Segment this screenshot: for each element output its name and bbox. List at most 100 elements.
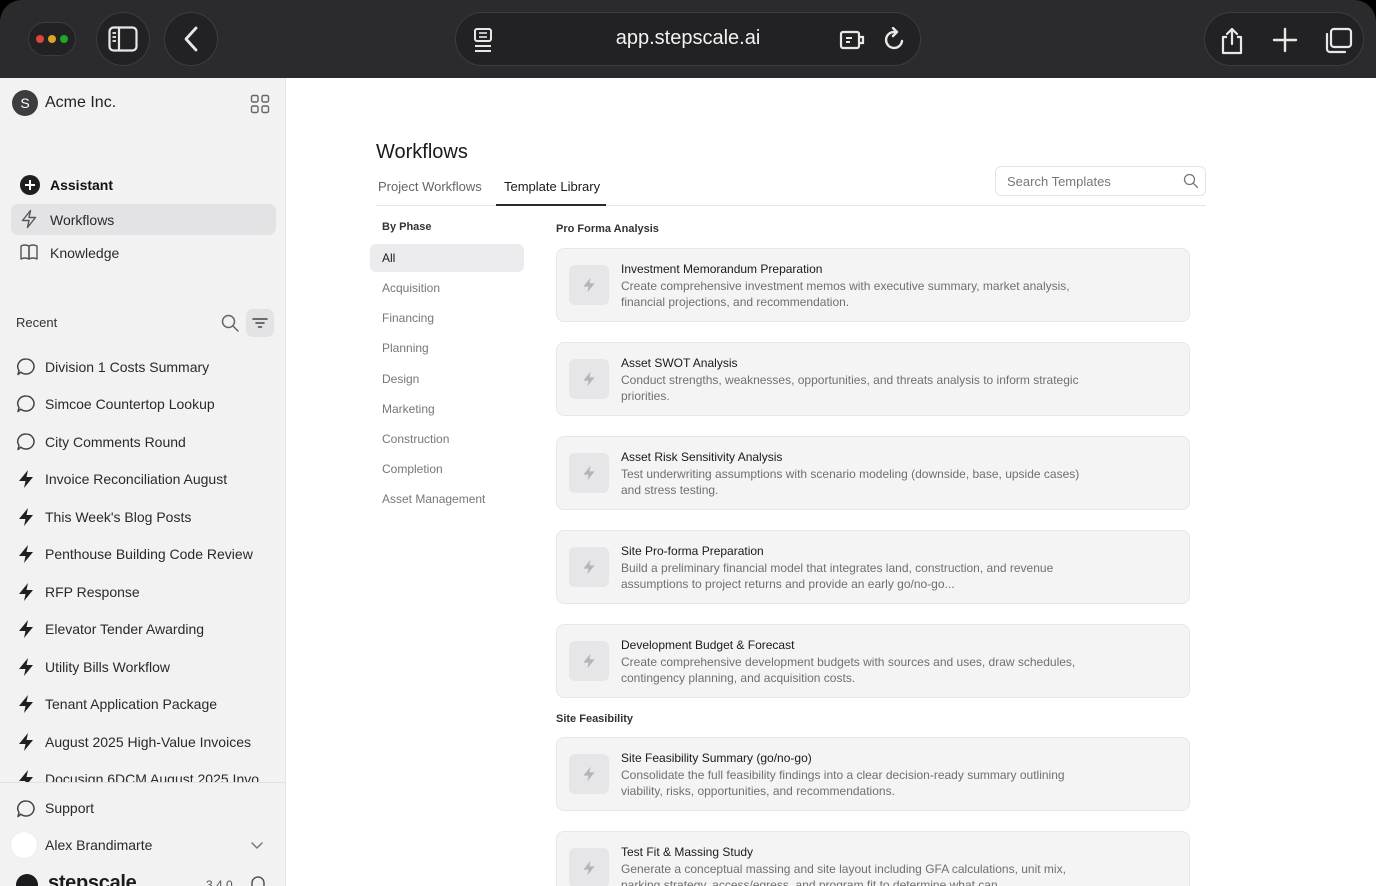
minimize-window-dot[interactable] [48, 35, 56, 43]
lightning-icon [19, 508, 33, 526]
new-tab-icon[interactable] [1272, 27, 1298, 53]
phase-label: All [382, 251, 396, 265]
lightning-icon [583, 766, 595, 782]
apps-grid-icon[interactable] [250, 94, 270, 114]
phase-label: Design [382, 372, 420, 386]
phase-asset-management[interactable]: Asset Management [370, 485, 524, 513]
chat-icon [17, 395, 35, 413]
phase-filter-heading: By Phase [382, 221, 432, 233]
browser-actions [1204, 12, 1364, 66]
brand-logo [16, 874, 38, 886]
lightning-icon [583, 559, 595, 575]
template-description: Test underwriting assumptions with scena… [621, 467, 1080, 497]
template-card[interactable]: Site Feasibility Summary (go/no-go) Cons… [556, 737, 1190, 811]
tab-project-workflows[interactable]: Project Workflows [378, 179, 482, 206]
phase-label: Asset Management [382, 492, 486, 506]
recent-item[interactable]: RFP Response [16, 577, 278, 607]
recent-item[interactable]: City Comments Round [16, 427, 278, 457]
recent-item-label: RFP Response [45, 584, 140, 600]
template-tile [569, 265, 609, 305]
search-icon[interactable] [220, 313, 240, 333]
tab-overview-icon[interactable] [1323, 27, 1353, 55]
sidebar-divider [0, 782, 285, 783]
phase-construction[interactable]: Construction [370, 425, 524, 453]
recent-item[interactable]: Invoice Reconciliation August [16, 464, 278, 494]
template-tile [569, 547, 609, 587]
phase-financing[interactable]: Financing [370, 304, 524, 332]
plus-circle-icon [20, 175, 40, 195]
lightning-icon [583, 465, 595, 481]
sidebar-icon [108, 26, 138, 52]
recent-item[interactable]: Division 1 Costs Summary [16, 352, 278, 382]
extension-icon[interactable] [839, 27, 867, 53]
support-label: Support [45, 800, 95, 816]
recent-item[interactable]: Docusign 6DCM August 2025 Invo [16, 764, 278, 782]
app-version: 3.4.0 [206, 878, 233, 886]
nav-label: Knowledge [50, 244, 120, 261]
recent-item-label: Elevator Tender Awarding [45, 621, 205, 637]
recent-item[interactable]: Utility Bills Workflow [16, 652, 278, 682]
template-tile [569, 359, 609, 399]
recent-item-label: Division 1 Costs Summary [45, 359, 210, 375]
org-avatar[interactable]: S [12, 90, 38, 116]
template-title: Investment Memorandum Preparation [621, 262, 823, 276]
recent-item[interactable]: Penthouse Building Code Review [16, 539, 278, 569]
search-icon[interactable] [1183, 173, 1199, 189]
nav-label: Workflows [50, 211, 115, 228]
recent-item-label: Docusign 6DCM August 2025 Invo [45, 771, 260, 782]
phase-planning[interactable]: Planning [370, 334, 524, 362]
share-icon[interactable] [1219, 27, 1245, 55]
back-button[interactable] [164, 12, 218, 66]
recent-item[interactable]: August 2025 High-Value Invoices [16, 727, 278, 757]
template-tile [569, 754, 609, 794]
lightning-icon [19, 545, 33, 563]
lightning-icon [583, 277, 595, 293]
zoom-window-dot[interactable] [60, 35, 68, 43]
bell-icon[interactable] [248, 874, 268, 886]
phase-acquisition[interactable]: Acquisition [370, 274, 524, 302]
template-card[interactable]: Test Fit & Massing Study Generate a conc… [556, 831, 1190, 886]
org-name[interactable]: Acme Inc. [45, 94, 116, 112]
recent-item-label: Simcoe Countertop Lookup [45, 396, 215, 412]
reload-icon[interactable] [883, 27, 907, 53]
recent-item-label: August 2025 High-Value Invoices [45, 734, 251, 750]
filter-button[interactable] [246, 309, 274, 337]
tab-template-library[interactable]: Template Library [496, 179, 608, 206]
search-templates-field[interactable] [995, 166, 1206, 196]
recent-item-label: Utility Bills Workflow [45, 659, 170, 675]
phase-marketing[interactable]: Marketing [370, 395, 524, 423]
nav-knowledge[interactable]: Knowledge [11, 237, 276, 268]
close-window-dot[interactable] [36, 35, 44, 43]
template-card[interactable]: Investment Memorandum Preparation Create… [556, 248, 1190, 322]
template-card[interactable]: Asset Risk Sensitivity Analysis Test und… [556, 436, 1190, 510]
user-menu[interactable]: Alex Brandimarte [10, 830, 276, 860]
sidebar-toggle-button[interactable] [96, 12, 150, 66]
lightning-icon [19, 620, 33, 638]
template-tile [569, 848, 609, 886]
search-input[interactable] [1007, 174, 1175, 189]
nav-workflows[interactable]: Workflows [11, 204, 276, 235]
book-icon [20, 244, 38, 260]
recent-item[interactable]: Tenant Application Package [16, 689, 278, 719]
phase-all[interactable]: All [370, 244, 524, 272]
phase-completion[interactable]: Completion [370, 455, 524, 483]
template-title: Site Pro-forma Preparation [621, 544, 764, 558]
address-bar[interactable]: app.stepscale.ai [455, 12, 921, 66]
recent-list: Division 1 Costs Summary Simcoe Countert… [0, 348, 285, 782]
window-controls[interactable] [28, 22, 76, 56]
phase-label: Construction [382, 432, 450, 446]
nav-assistant[interactable]: Assistant [11, 169, 276, 200]
recent-item[interactable]: Elevator Tender Awarding [16, 614, 278, 644]
template-title: Development Budget & Forecast [621, 638, 795, 652]
recent-item[interactable]: Simcoe Countertop Lookup [16, 389, 278, 419]
template-tile [569, 641, 609, 681]
recent-item[interactable]: This Week's Blog Posts [16, 502, 278, 532]
template-card[interactable]: Asset SWOT Analysis Conduct strengths, w… [556, 342, 1190, 416]
lightning-icon [19, 658, 33, 676]
template-card[interactable]: Development Budget & Forecast Create com… [556, 624, 1190, 698]
template-card[interactable]: Site Pro-forma Preparation Build a preli… [556, 530, 1190, 604]
template-title: Test Fit & Massing Study [621, 845, 754, 859]
phase-design[interactable]: Design [370, 365, 524, 393]
user-name: Alex Brandimarte [45, 837, 153, 853]
recent-item-label: This Week's Blog Posts [45, 509, 192, 525]
